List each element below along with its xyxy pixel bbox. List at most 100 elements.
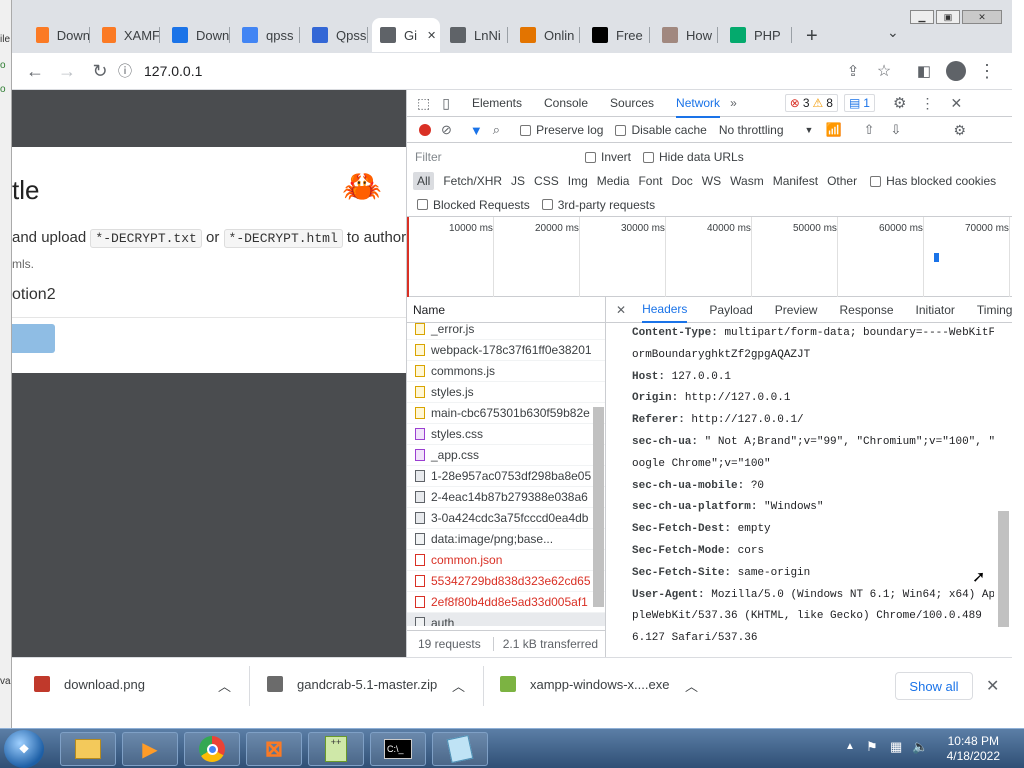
explorer-icon[interactable] [60, 732, 116, 766]
invert-checkbox[interactable]: Invert [585, 150, 631, 164]
clear-icon[interactable]: ⊘ [441, 122, 452, 138]
request-row[interactable]: auth [407, 613, 605, 626]
request-row[interactable]: _app.css [407, 445, 605, 466]
request-row[interactable]: 2ef8f80b4dd8e5ad33d005af1 [407, 592, 605, 613]
detail-tab-initiator[interactable]: Initiator [916, 303, 955, 317]
third-party-checkbox[interactable]: 3rd-party requests [541, 198, 655, 212]
info-icon[interactable]: ⓘ [118, 61, 132, 81]
inspect-icon[interactable]: ⬚ [417, 95, 430, 112]
type-filter-9[interactable]: Wasm [730, 174, 764, 188]
menu-icon[interactable]: ⋮ [974, 59, 1000, 83]
request-row[interactable]: main-cbc675301b630f59b82e [407, 403, 605, 424]
reload-icon[interactable]: ↻ [87, 59, 113, 83]
download-item[interactable]: gandcrab-5.1-master.zip [267, 676, 437, 692]
tab-5[interactable]: Gi ✕ [372, 18, 440, 52]
request-row[interactable]: _error.js [407, 319, 605, 340]
request-row[interactable]: common.json [407, 550, 605, 571]
tab-6[interactable]: LnNi [442, 18, 508, 52]
export-har-icon[interactable]: ⇩ [891, 122, 902, 138]
request-row[interactable]: 1-28e957ac0753df298ba8e05 [407, 466, 605, 487]
type-filter-0[interactable]: All [413, 172, 435, 190]
type-filter-7[interactable]: Doc [671, 174, 692, 188]
tab-0[interactable]: Down [28, 18, 90, 52]
network-settings-icon[interactable]: ⚙ [953, 122, 966, 139]
import-har-icon[interactable]: ⇧ [864, 122, 875, 138]
show-all-button[interactable]: Show all [895, 672, 973, 700]
clock[interactable]: 10:48 PM 4/18/2022 [947, 734, 1000, 764]
cmd-icon[interactable]: C:\_ [370, 732, 426, 766]
notepadpp-icon[interactable]: ++ [308, 732, 364, 766]
media-player-icon[interactable]: ▶ [122, 732, 178, 766]
tab-4[interactable]: Qpss [304, 18, 368, 52]
tab-8[interactable]: Free [584, 18, 650, 52]
has-blocked-cookies-checkbox[interactable]: Has blocked cookies [870, 174, 996, 188]
maximize-button[interactable]: ▣ [936, 10, 960, 24]
device-toolbar-icon[interactable]: ▯ [442, 95, 450, 112]
type-filter-6[interactable]: Font [638, 174, 662, 188]
new-tab-button[interactable]: + [806, 25, 818, 48]
request-row[interactable]: commons.js [407, 361, 605, 382]
search-icon[interactable]: ⌕ [493, 122, 500, 138]
bookmark-star-icon[interactable]: ☆ [871, 59, 897, 83]
volume-icon[interactable]: 🔈 [912, 739, 928, 755]
notepad-icon[interactable] [432, 732, 488, 766]
tab-console[interactable]: Console [544, 96, 588, 110]
type-filter-4[interactable]: Img [568, 174, 588, 188]
tab-10[interactable]: PHP [722, 18, 792, 52]
request-row[interactable]: data:image/png;base... [407, 529, 605, 550]
request-row[interactable]: styles.js [407, 382, 605, 403]
detail-tab-preview[interactable]: Preview [775, 303, 818, 317]
tab-1[interactable]: XAMF [94, 18, 160, 52]
chevron-up-icon[interactable]: ︿ [685, 676, 698, 695]
tab-network[interactable]: Network [676, 96, 721, 118]
throttling-select[interactable]: No throttling ▼ [719, 123, 814, 137]
tab-2[interactable]: Down [164, 18, 230, 52]
detail-tab-headers[interactable]: Headers [642, 302, 688, 323]
disable-cache-checkbox[interactable]: Disable cache [615, 123, 707, 137]
type-filter-8[interactable]: WS [702, 174, 721, 188]
type-filter-5[interactable]: Media [597, 174, 630, 188]
minimize-button[interactable]: ▁ [910, 10, 934, 24]
detail-scrollbar[interactable] [998, 511, 1009, 627]
type-filter-2[interactable]: JS [511, 174, 525, 188]
timeline-overview[interactable]: 10000 ms 20000 ms 30000 ms 40000 ms 50000 ms… [407, 217, 1012, 297]
blocked-requests-checkbox[interactable]: Blocked Requests [417, 198, 530, 212]
request-row[interactable]: webpack-178c37f61ff0e38201 [407, 340, 605, 361]
back-icon[interactable]: ← [22, 59, 48, 83]
request-row[interactable]: 2-4eac14b87b279388e038a6 [407, 487, 605, 508]
tab-7[interactable]: Onlin [512, 18, 580, 52]
record-icon[interactable] [419, 124, 431, 136]
tab-sources[interactable]: Sources [610, 96, 654, 110]
address-bar[interactable]: ⓘ 127.0.0.1 [118, 57, 858, 85]
close-downloads-icon[interactable]: ✕ [986, 676, 999, 696]
tab-search-icon[interactable]: ⌄ [887, 24, 899, 41]
submit-button[interactable] [12, 324, 55, 353]
messages-counter[interactable]: ▤ 1 [843, 94, 875, 112]
chevron-up-icon[interactable]: ︿ [452, 676, 465, 695]
preserve-log-checkbox[interactable]: Preserve log [520, 123, 603, 137]
request-list-scrollbar[interactable] [593, 407, 604, 607]
more-tabs-icon[interactable]: » [730, 96, 737, 110]
chrome-icon[interactable] [184, 732, 240, 766]
filter-icon[interactable]: ▼ [470, 123, 483, 138]
issues-counter[interactable]: ⊗ 3 ⚠ 8 [784, 94, 838, 112]
request-row[interactable]: 3-0a424cdc3a75fcccd0ea4db [407, 508, 605, 529]
side-panel-icon[interactable]: ◧ [911, 59, 937, 83]
close-devtools-icon[interactable]: ✕ [950, 95, 962, 112]
download-item[interactable]: xampp-windows-x....exe [500, 676, 669, 692]
filter-input[interactable]: Filter [413, 148, 579, 166]
request-row[interactable]: styles.css [407, 424, 605, 445]
tray-chevron-icon[interactable]: ▲ [845, 741, 855, 752]
forward-icon[interactable]: → [54, 59, 80, 83]
request-row[interactable]: 55342729bd838d323e62cd65 [407, 571, 605, 592]
share-icon[interactable]: ⇪ [840, 59, 866, 83]
tab-3[interactable]: qpss [234, 18, 300, 52]
hide-data-urls-checkbox[interactable]: Hide data URLs [643, 150, 744, 164]
settings-gear-icon[interactable]: ⚙ [893, 94, 906, 112]
chevron-up-icon[interactable]: ︿ [218, 676, 231, 695]
type-filter-10[interactable]: Manifest [773, 174, 818, 188]
type-filter-1[interactable]: Fetch/XHR [443, 174, 502, 188]
devtools-menu-icon[interactable]: ⋮ [920, 95, 934, 112]
action-center-icon[interactable]: ⚑ [866, 739, 878, 755]
type-filter-11[interactable]: Other [827, 174, 857, 188]
